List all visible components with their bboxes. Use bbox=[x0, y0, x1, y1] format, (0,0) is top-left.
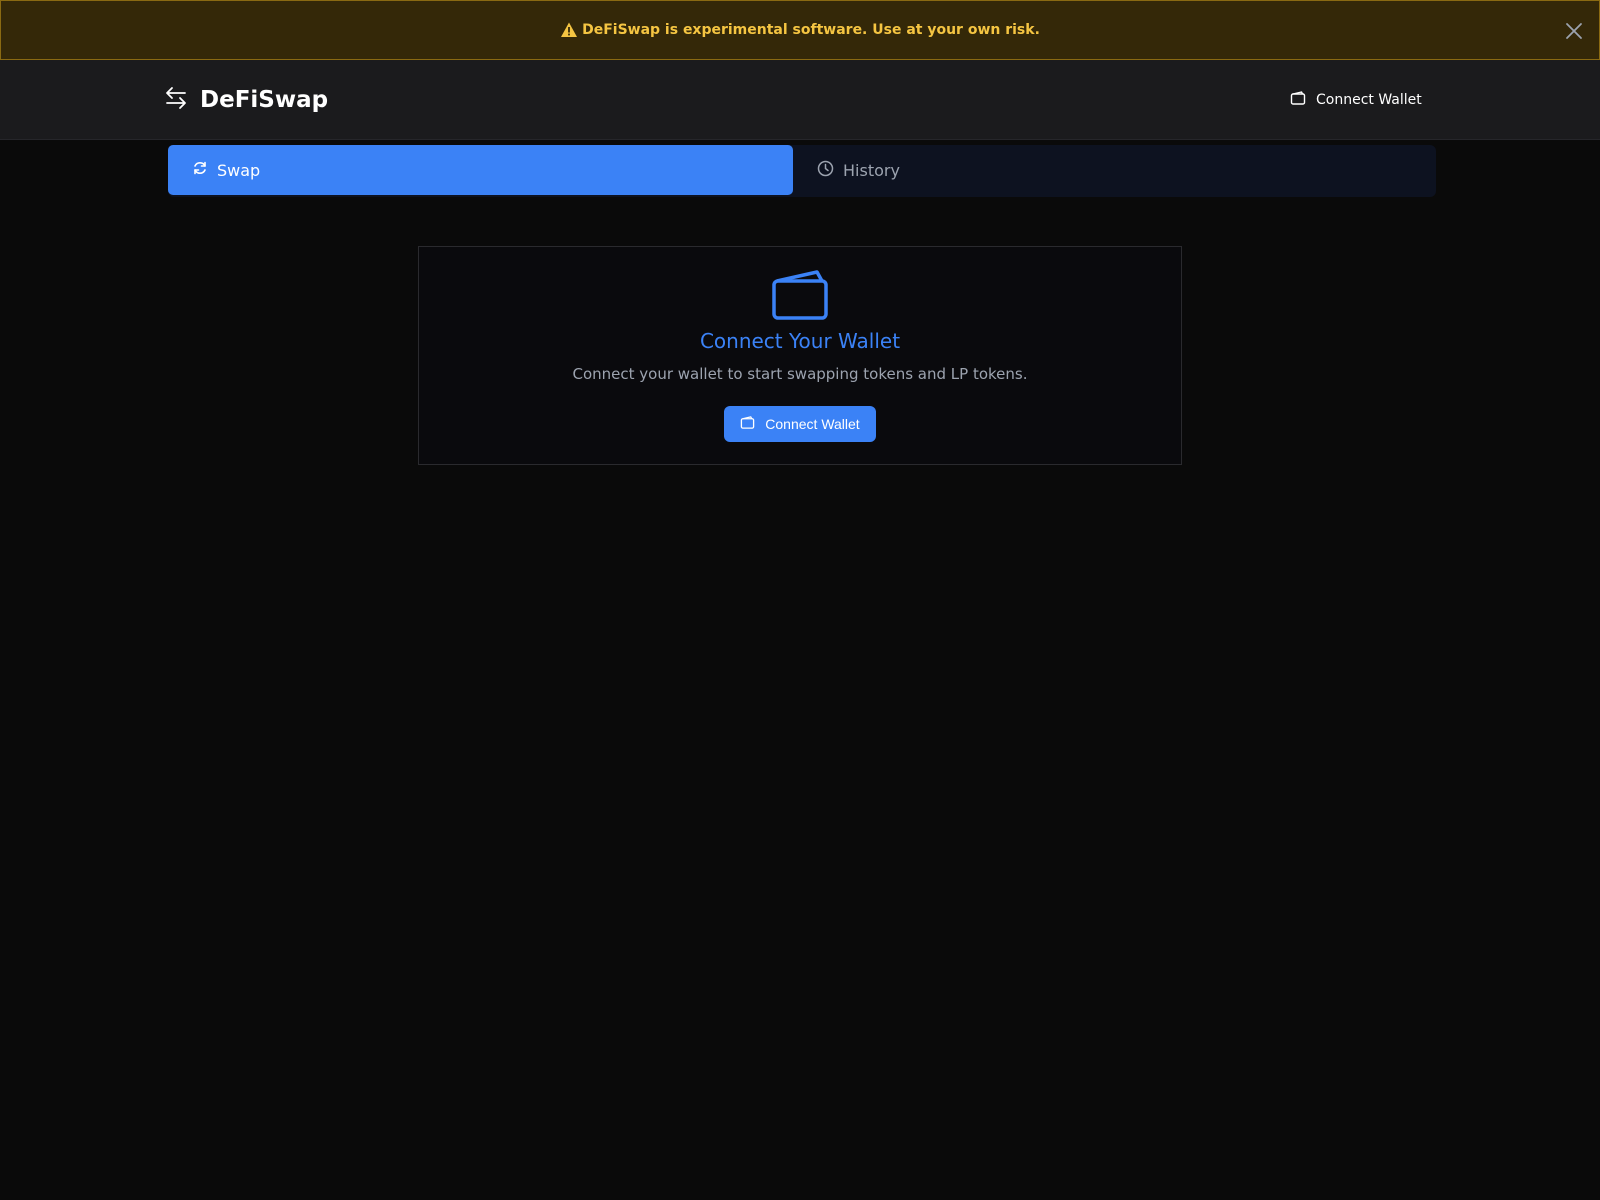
connect-wallet-card: Connect Your Wallet Connect your wallet … bbox=[418, 246, 1182, 465]
refresh-icon bbox=[192, 160, 208, 180]
app-header: DeFiSwap Connect Wallet bbox=[0, 60, 1600, 140]
card-description: Connect your wallet to start swapping to… bbox=[572, 365, 1028, 383]
tab-swap[interactable]: Swap bbox=[168, 145, 793, 195]
warning-banner: DeFiSwap is experimental software. Use a… bbox=[0, 0, 1600, 60]
brand-logo[interactable]: DeFiSwap bbox=[164, 84, 328, 116]
card-title: Connect Your Wallet bbox=[699, 329, 901, 353]
clock-icon bbox=[817, 160, 834, 181]
warning-banner-content: DeFiSwap is experimental software. Use a… bbox=[560, 21, 1040, 39]
tab-history[interactable]: History bbox=[793, 145, 1436, 195]
close-icon[interactable] bbox=[1563, 20, 1585, 42]
warning-icon bbox=[560, 21, 578, 39]
header-connect-wallet-label: Connect Wallet bbox=[1316, 92, 1422, 108]
header-connect-wallet-button[interactable]: Connect Wallet bbox=[1290, 86, 1422, 114]
connect-wallet-button[interactable]: Connect Wallet bbox=[724, 406, 876, 442]
connect-wallet-button-label: Connect Wallet bbox=[765, 416, 860, 432]
wallet-icon bbox=[771, 269, 829, 321]
tab-bar: Swap History bbox=[168, 145, 1436, 197]
tab-swap-label: Swap bbox=[217, 160, 261, 180]
swap-arrows-icon bbox=[164, 85, 188, 115]
brand-name: DeFiSwap bbox=[200, 87, 329, 113]
warning-banner-text: DeFiSwap is experimental software. Use a… bbox=[582, 22, 1040, 38]
wallet-icon bbox=[1290, 90, 1306, 110]
tab-history-label: History bbox=[843, 160, 900, 180]
wallet-icon bbox=[740, 415, 755, 433]
